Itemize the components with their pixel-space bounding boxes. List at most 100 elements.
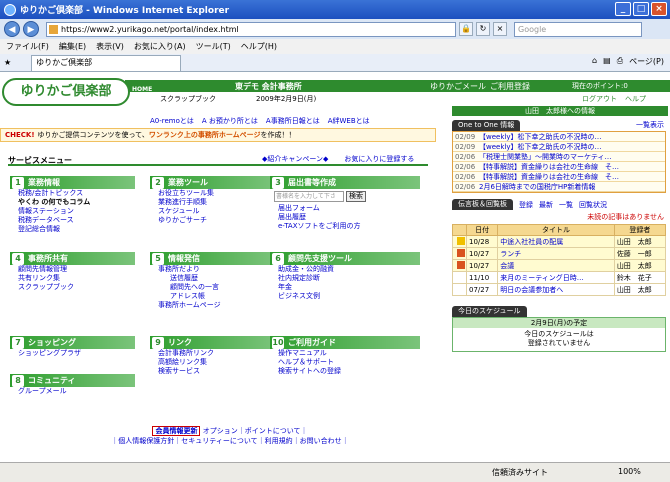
list-item[interactable]: 社内規定診断 — [278, 274, 420, 283]
page-menu[interactable]: ページ(P) — [629, 56, 664, 67]
list-item[interactable]: 02/06 【特事解説】資金繰りは会社の生命線 そ… — [453, 162, 665, 172]
schedule-date[interactable]: 2月9日(月)の予定 — [453, 318, 665, 328]
home-icon[interactable]: ⌂ — [592, 56, 597, 67]
menu-favorites[interactable]: お気に入り(A) — [134, 41, 186, 52]
list-item[interactable]: 事務所だより — [158, 265, 275, 274]
zoom-level[interactable]: 100% — [618, 467, 641, 476]
list-item[interactable]: グループメール — [18, 387, 135, 396]
list-item[interactable]: 検索サービス — [158, 367, 275, 376]
list-item[interactable]: ヘルプ＆サポート — [278, 358, 420, 367]
list-item[interactable]: 操作マニュアル — [278, 349, 420, 358]
list-item[interactable]: やくわ の何でもコラム — [18, 198, 135, 207]
favorite-link[interactable]: お気に入りに登録する — [344, 154, 414, 164]
table-row[interactable]: 10/28 中途入社社員の配属 山田 太郎 — [452, 235, 667, 248]
list-item[interactable]: 02/06 【特事解説】資金繰りは会社の生命線 そ… — [453, 172, 665, 182]
list-item[interactable]: 送信履歴 — [158, 274, 275, 283]
list-item[interactable]: 共有リンク集 — [18, 274, 135, 283]
account-links: ログアウト ヘルプ — [582, 94, 646, 104]
list-item[interactable]: 高額絵リンク集 — [158, 358, 275, 367]
menu-view[interactable]: 表示(V) — [96, 41, 124, 52]
points-display: 現在のポイント:0 — [572, 82, 628, 90]
intro-link-oazukari[interactable]: A お預かり所とは — [202, 116, 258, 126]
back-icon[interactable]: ◀ — [4, 21, 20, 37]
member-info-link[interactable]: 会員情報更新 — [152, 426, 201, 436]
campaign-link[interactable]: ◆紹介キャンペーン◆ — [262, 154, 328, 164]
mail-link[interactable]: ゆりかごメール — [430, 81, 486, 92]
security-zone: 信頼済みサイト — [492, 468, 548, 477]
intro-link-kizuna[interactable]: A絆WEBとは — [328, 116, 370, 126]
table-row[interactable]: 10/27 会議 山田 太郎 — [452, 259, 667, 272]
intro-link-nippo[interactable]: A事務所日報とは — [266, 116, 320, 126]
list-item[interactable]: 届出履歴 — [278, 213, 420, 222]
list-item[interactable]: 02/06 「税理士関業塾」〜開業時のマーケティ… — [453, 152, 665, 162]
favorites-star-icon[interactable]: ★ — [4, 58, 11, 67]
table-row[interactable]: 07/27 明日の会議参加者へ 山田 太郎 — [452, 283, 667, 296]
minimize-icon[interactable]: _ — [615, 2, 631, 16]
logout-link[interactable]: ログアウト — [582, 94, 617, 104]
tab-schedule[interactable]: 今日のスケジュール — [452, 306, 527, 317]
list-item[interactable]: 02/09 【weekly】松下幸之助氏の不況時の… — [453, 132, 665, 142]
footer-links-1[interactable]: オプション｜ポイントについて｜ — [203, 427, 308, 435]
list-item[interactable]: ゆりかごサーチ — [158, 216, 275, 225]
list-item[interactable]: アドレス帳 — [158, 292, 275, 301]
home-link[interactable]: HOME — [132, 86, 152, 93]
form-search-input[interactable]: 書様名を入力して下さ — [274, 191, 344, 202]
menu-tools[interactable]: ツール(T) — [196, 41, 231, 52]
list-item[interactable]: e-TAXソフトをご利用の方 — [278, 222, 420, 231]
list-item[interactable]: 年金 — [278, 283, 420, 292]
tab-bulletin[interactable]: 伝言板＆回覧板 — [452, 199, 513, 210]
bb-latest-link[interactable]: 最新 — [539, 200, 553, 210]
url-input[interactable]: https://www2.yurikago.net/portal/index.h… — [46, 21, 456, 37]
feed-icon[interactable]: ▤ — [603, 56, 611, 67]
forward-icon[interactable]: ▶ — [23, 21, 39, 37]
list-item[interactable]: お役立ちツール集 — [158, 189, 275, 198]
footer-links-2[interactable]: ｜個人情報保護方針｜セキュリティーについて｜利用規約｜お問い合わせ｜ — [80, 436, 380, 446]
bb-list-link[interactable]: 一覧 — [559, 200, 573, 210]
list-item[interactable]: スケジュール — [158, 207, 275, 216]
tab-yurikago[interactable]: ゆりかご倶楽部 — [31, 54, 182, 71]
intro-links: A0-remoとは A お預かり所とは A事務所日報とは A絆WEBとは — [150, 116, 370, 126]
bb-circulation-link[interactable]: 回覧状況 — [579, 200, 607, 210]
print-icon[interactable]: ⎙ — [617, 56, 623, 67]
list-item[interactable]: 情報ステーション — [18, 207, 135, 216]
refresh-icon[interactable]: ↻ — [476, 22, 490, 36]
list-item[interactable]: 業務進行手順集 — [158, 198, 275, 207]
form-search-button[interactable]: 検索 — [346, 191, 366, 202]
scrapbook-link[interactable]: スクラップブック — [160, 94, 216, 104]
menu-edit[interactable]: 編集(E) — [59, 41, 86, 52]
site-logo[interactable]: ゆりかご倶楽部 — [2, 78, 130, 106]
menu-help[interactable]: ヘルプ(H) — [241, 41, 277, 52]
tab-one-to-one[interactable]: One to One 情報 — [452, 120, 521, 131]
list-item[interactable]: 助成金・公的融資 — [278, 265, 420, 274]
lock-icon[interactable]: 🔒 — [459, 22, 473, 36]
list-item[interactable]: ショッピングプラザ — [18, 349, 135, 358]
list-item[interactable]: 検索サイトへの登録 — [278, 367, 420, 376]
help-link[interactable]: ヘルプ — [625, 94, 646, 104]
list-item[interactable]: 税務/会計トピックス — [18, 189, 135, 198]
table-row[interactable]: 10/27 ランチ 佐藤 一郎 — [452, 247, 667, 260]
maximize-icon[interactable]: □ — [633, 2, 649, 16]
search-input[interactable]: Google — [514, 21, 642, 37]
list-item[interactable]: 02/09 【weekly】松下幸之助氏の不況時の… — [453, 142, 665, 152]
list-item[interactable]: 税務データベース — [18, 216, 135, 225]
signup-link[interactable]: ご利用登録 — [490, 81, 530, 92]
bb-register-link[interactable]: 登録 — [519, 200, 533, 210]
list-item[interactable]: 02/06 2月6日解時までの国税庁HP新着情報 — [453, 182, 665, 192]
intro-link-0remo[interactable]: A0-remoとは — [150, 116, 194, 126]
stop-icon[interactable]: × — [493, 22, 507, 36]
list-all-link[interactable]: 一覧表示 — [636, 120, 664, 130]
sub-header: スクラップブック 2009年2月9日(月) — [160, 94, 316, 104]
list-item[interactable]: 顧問先への一言 — [158, 283, 275, 292]
list-item[interactable]: 登記総合情報 — [18, 225, 135, 234]
list-item[interactable]: 顧問先情報管理 — [18, 265, 135, 274]
close-icon[interactable]: × — [651, 2, 667, 16]
list-item[interactable]: スクラップブック — [18, 283, 135, 292]
important-icon — [456, 260, 465, 269]
list-item[interactable]: ビジネス文例 — [278, 292, 420, 301]
table-row[interactable]: 11/10 来月のミーティング日時… 鈴木 花子 — [452, 271, 667, 284]
menu-file[interactable]: ファイル(F) — [6, 41, 49, 52]
notice-banner[interactable]: CHECK! ゆりかご提供コンテンツを使って、ワンランク上の事務所ホームページを作… — [0, 128, 436, 142]
list-item[interactable]: 届出フォーム — [278, 204, 420, 213]
list-item[interactable]: 会計事務所リンク — [158, 349, 275, 358]
list-item[interactable]: 事務所ホームページ — [158, 301, 275, 310]
